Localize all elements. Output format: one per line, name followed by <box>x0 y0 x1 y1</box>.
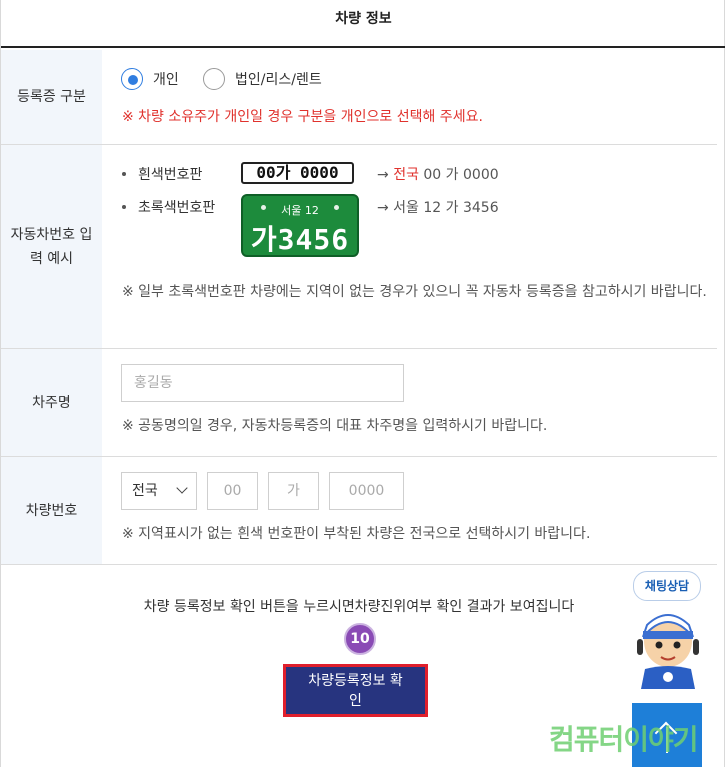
mascot-icon <box>637 614 699 689</box>
owner-name-row: 차주명 홍길동 ※ 공동명의일 경우, 자동차등록증의 대표 차주명을 입력하시… <box>1 349 717 457</box>
watermark-logo: 컴퓨터이야기 <box>549 723 699 756</box>
owner-name-content: 홍길동 ※ 공동명의일 경우, 자동차등록증의 대표 차주명을 입력하시기 바랍… <box>102 349 717 456</box>
vehicle-info-form: 차량 정보 등록증 구분 개인 법인/리스/렌트 ※ 차량 소유주가 개인일 경… <box>0 0 725 767</box>
section-title: 차량 정보 <box>335 11 392 27</box>
plate-example-label: 자동차번호 입력 예시 <box>1 145 102 348</box>
radio-personal[interactable]: 개인 <box>121 68 179 90</box>
white-plate-region: 전국 <box>393 167 419 183</box>
chevron-down-icon <box>176 482 188 494</box>
vehicle-num-prefix-input[interactable]: 00 <box>207 472 258 510</box>
step-badge: 10 <box>344 623 376 655</box>
vehicle-number-row: 차량번호 전국 00 가 0000 ※ 지역표시가 없는 흰색 번호판이 부착된… <box>1 457 717 565</box>
region-select-value: 전국 <box>132 483 158 499</box>
white-plate-image: 00가 0000 <box>241 162 354 184</box>
radio-corporate-circle[interactable] <box>203 68 225 90</box>
section-header: 차량 정보 <box>1 0 725 48</box>
vehicle-digits-input[interactable]: 0000 <box>329 472 404 510</box>
white-plate-item: 흰색번호판 <box>122 164 202 184</box>
owner-name-note: ※ 공동명의일 경우, 자동차등록증의 대표 차주명을 입력하시기 바랍니다. <box>122 418 548 434</box>
green-plate-item: 초록색번호판 <box>122 197 215 217</box>
vehicle-number-content: 전국 00 가 0000 ※ 지역표시가 없는 흰색 번호판이 부착된 차량은 … <box>102 457 717 564</box>
plate-example-row: 자동차번호 입력 예시 흰색번호판 00가 0000 → 전국 00 가 000… <box>1 145 717 349</box>
green-plate-bottom: 가3456 <box>250 223 350 256</box>
radio-corporate[interactable]: 법인/리스/렌트 <box>203 68 322 90</box>
plate-example-content: 흰색번호판 00가 0000 → 전국 00 가 0000 초록색번호판 서울 … <box>102 145 717 348</box>
registration-type-content: 개인 법인/리스/렌트 ※ 차량 소유주가 개인일 경우 구분을 개인으로 선택… <box>102 50 717 144</box>
registration-warning: ※ 차량 소유주가 개인일 경우 구분을 개인으로 선택해 주세요. <box>122 109 483 125</box>
radio-personal-circle[interactable] <box>121 68 143 90</box>
green-plate-label: 초록색번호판 <box>138 200 216 216</box>
green-plate-result: → 서울 12 가 3456 <box>377 200 499 216</box>
confirm-vehicle-info-button[interactable]: 차량등록정보 확인 <box>283 664 428 717</box>
owner-name-input[interactable]: 홍길동 <box>121 364 404 402</box>
region-select[interactable]: 전국 <box>121 472 197 510</box>
chat-consult-button[interactable]: 채팅상담 <box>633 571 701 601</box>
registration-type-row: 등록증 구분 개인 법인/리스/렌트 ※ 차량 소유주가 개인일 경우 구분을 … <box>1 50 717 145</box>
bullet-icon <box>122 205 126 209</box>
vehicle-number-note: ※ 지역표시가 없는 흰색 번호판이 부착된 차량은 전국으로 선택하시기 바랍… <box>122 526 591 542</box>
bullet-icon <box>122 172 126 176</box>
plate-example-note: ※ 일부 초록색번호판 차량에는 지역이 없는 경우가 있으니 꼭 자동차 등록… <box>122 284 707 300</box>
vehicle-number-label: 차량번호 <box>1 457 102 564</box>
registration-type-label: 등록증 구분 <box>1 50 102 144</box>
green-plate-top: 서울 12 <box>281 204 319 217</box>
white-plate-label: 흰색번호판 <box>138 167 203 183</box>
confirm-info-text: 차량 등록정보 확인 버튼을 누르시면차량진위여부 확인 결과가 보여집니다 <box>143 599 575 615</box>
confirm-button-label: 차량등록정보 확인 <box>308 673 403 709</box>
white-plate-result: → 전국 00 가 0000 <box>377 167 499 183</box>
owner-name-label: 차주명 <box>1 349 102 456</box>
vehicle-char-input[interactable]: 가 <box>268 472 319 510</box>
radio-corporate-label: 법인/리스/렌트 <box>235 72 322 88</box>
radio-personal-label: 개인 <box>153 72 179 88</box>
green-plate-image: 서울 12 가3456 <box>241 194 359 257</box>
